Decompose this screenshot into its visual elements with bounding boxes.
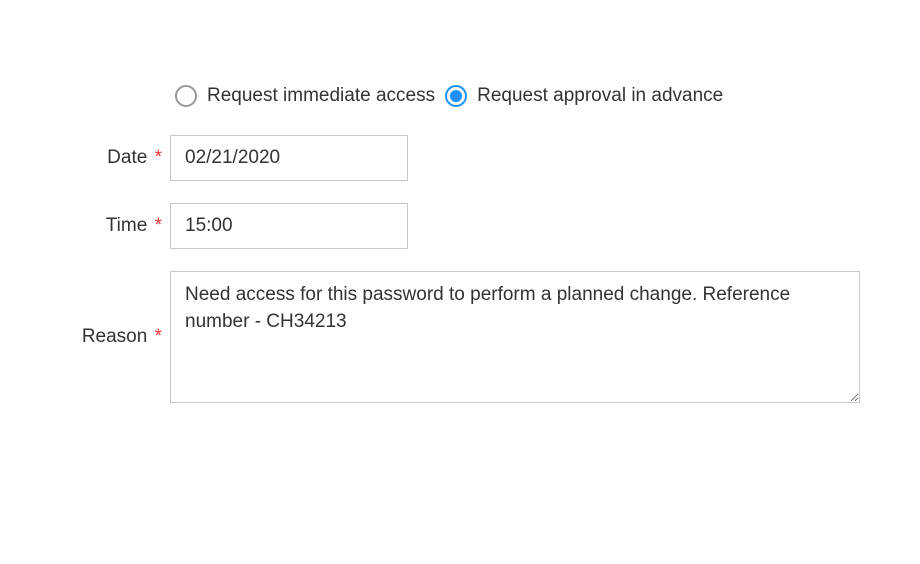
access-request-form: Request immediate access Request approva… [0, 0, 920, 403]
date-row: Date * [40, 135, 920, 181]
date-label-text: Date [107, 147, 147, 168]
reason-row: Reason * Need access for this password t… [40, 271, 920, 403]
time-row: Time * [40, 203, 920, 249]
radio-immediate-access[interactable]: Request immediate access [175, 85, 435, 107]
date-input[interactable] [170, 135, 408, 181]
time-label: Time * [40, 215, 170, 237]
required-indicator: * [155, 326, 162, 347]
time-label-text: Time [106, 215, 148, 236]
reason-label-text: Reason [82, 326, 148, 347]
radio-icon [175, 85, 197, 107]
reason-label: Reason * [40, 326, 170, 348]
access-type-radio-group: Request immediate access Request approva… [175, 85, 920, 107]
reason-textarea[interactable]: Need access for this password to perform… [170, 271, 860, 403]
required-indicator: * [155, 215, 162, 236]
radio-icon [445, 85, 467, 107]
time-input[interactable] [170, 203, 408, 249]
radio-approval-advance[interactable]: Request approval in advance [445, 85, 723, 107]
radio-advance-label: Request approval in advance [477, 85, 723, 107]
radio-immediate-label: Request immediate access [207, 85, 435, 107]
required-indicator: * [155, 147, 162, 168]
date-label: Date * [40, 147, 170, 169]
